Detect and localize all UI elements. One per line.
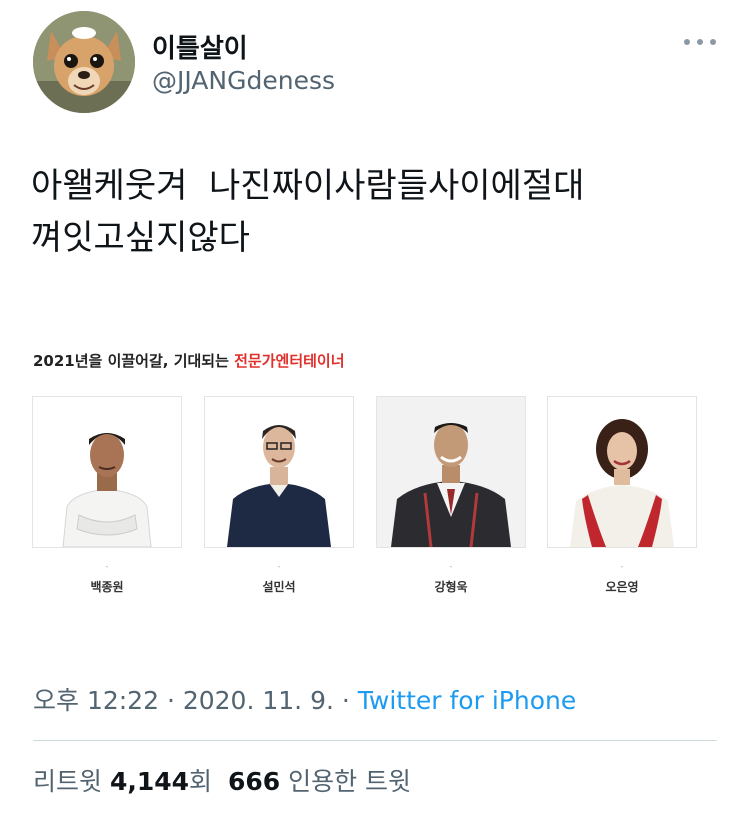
tweet-line: 껴잇고싶지않다 (31, 218, 250, 258)
dot (684, 39, 690, 45)
separator: - (105, 562, 109, 571)
person-name: 백종원 (90, 580, 124, 594)
person-name: 설민석 (262, 580, 296, 594)
separator: - (449, 562, 453, 571)
trainer-photo (377, 397, 525, 547)
quote-label: 인용한 트윗 (280, 767, 412, 796)
person-name: 오은영 (605, 580, 639, 594)
tweet-meta: 오후 12:22 · 2020. 11. 9. · Twitter for iP… (33, 681, 576, 717)
tweet-date[interactable]: 2020. 11. 9. (183, 686, 334, 715)
caption-highlight: 전문가엔터테이너 (234, 352, 345, 370)
chihuahua-avatar-image (33, 11, 135, 113)
chef-photo (33, 397, 181, 547)
avatar[interactable] (33, 11, 135, 113)
user-handle[interactable]: @JJANGdeness (152, 66, 335, 95)
tweet-stats: 리트윗 4,144회 666 인용한 트윗 (33, 762, 411, 798)
tweet-source-link[interactable]: Twitter for iPhone (358, 686, 576, 715)
more-options-icon[interactable] (684, 32, 716, 52)
retweet-suffix: 회 (189, 767, 213, 796)
caption-prefix: 2021년을 이끌어갈, 기대되는 (33, 352, 235, 370)
dot (710, 39, 716, 45)
separator: - (277, 562, 281, 571)
quote-count: 666 (227, 767, 281, 796)
tweet-line: 아왤케웃겨 나진짜이사람들사이에절대 (31, 166, 585, 206)
dot (697, 39, 703, 45)
quote-stat[interactable]: 666 인용한 트윗 (228, 767, 411, 796)
display-name[interactable]: 이틀살이 (152, 28, 248, 65)
separator: - (620, 562, 624, 571)
person-name: 강형욱 (434, 580, 468, 594)
tweet-text: 아왤케웃겨 나진짜이사람들사이에절대 껴잇고싶지않다 (31, 160, 721, 264)
image-caption: 2021년을 이끌어갈, 기대되는 전문가엔터테이너 (33, 350, 345, 371)
person-photo[interactable] (376, 396, 526, 548)
lecturer-photo (205, 397, 353, 547)
person-photo[interactable] (204, 396, 354, 548)
person-photo[interactable] (32, 396, 182, 548)
retweet-count: 4,144 (109, 767, 190, 796)
retweet-label: 리트윗 (33, 767, 110, 796)
tweet-time[interactable]: 오후 12:22 (33, 686, 159, 715)
person-photo[interactable] (547, 396, 697, 548)
doctor-photo (548, 397, 696, 547)
meta-separator: · (159, 686, 183, 715)
retweet-stat[interactable]: 리트윗 4,144회 (33, 767, 212, 796)
divider (33, 740, 717, 741)
meta-separator: · (333, 686, 358, 715)
